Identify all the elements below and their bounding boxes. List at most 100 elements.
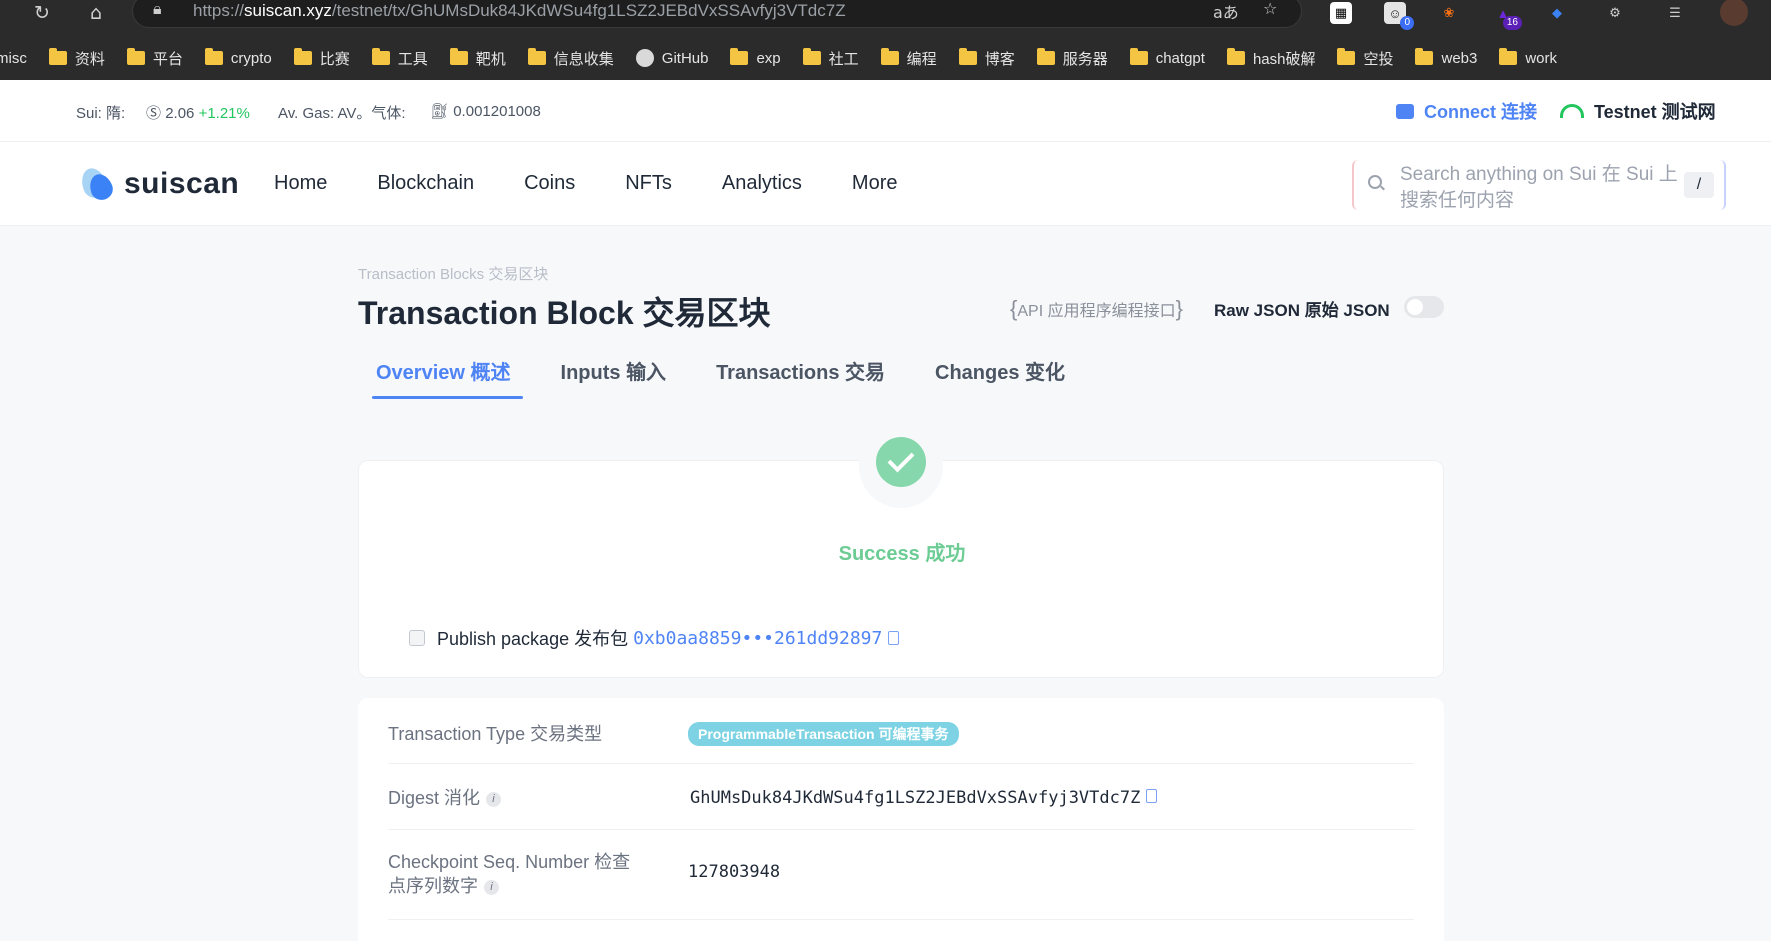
search-input[interactable]: Search anything on Sui 在 Sui 上搜索任何内容 / bbox=[1352, 160, 1726, 211]
qr-extension-icon[interactable]: ▦ bbox=[1330, 2, 1352, 24]
nav-analytics[interactable]: Analytics bbox=[722, 172, 802, 195]
folder-icon bbox=[880, 48, 899, 65]
digest-value: GhUMsDuk84JKdWSu4fg1LSZ2JEBdVxSSAvfyj3VT… bbox=[690, 788, 1141, 808]
gas-pump-icon: ⛽︎ bbox=[430, 103, 450, 120]
copy-icon[interactable] bbox=[888, 631, 900, 645]
detail-label: Checkpoint Seq. Number 检查点序列数字 i bbox=[388, 852, 631, 896]
search-icon bbox=[1368, 175, 1382, 189]
bookmark-folder[interactable]: 靶机 bbox=[449, 48, 506, 69]
bookmark-github[interactable]: GitHub bbox=[635, 49, 708, 67]
bookmark-folder[interactable]: 平台 bbox=[126, 48, 183, 69]
search-shortcut-key: / bbox=[1684, 172, 1714, 198]
lock-icon: 🔒︎ bbox=[153, 1, 162, 18]
nav-more[interactable]: More bbox=[852, 172, 898, 195]
transaction-type-badge: ProgrammableTransaction 可编程事务 bbox=[688, 722, 959, 746]
url-host: suiscan.xyz bbox=[244, 1, 332, 20]
bookmark-folder[interactable]: exp bbox=[730, 48, 781, 67]
address-bar[interactable]: 🔒︎ https://suiscan.xyz/testnet/tx/GhUMsD… bbox=[132, 0, 1302, 28]
bookmark-folder[interactable]: crypto bbox=[204, 48, 272, 67]
status-text: Success 成功 bbox=[838, 543, 966, 565]
gas-value: ⛽︎ 0.001201008 bbox=[430, 103, 541, 120]
browser-toolbar: ↻ ⌂ 🔒︎ https://suiscan.xyz/testnet/tx/Gh… bbox=[0, 0, 1771, 30]
sui-coin-icon: Ⓢ bbox=[146, 105, 162, 122]
tab-overview[interactable]: Overview 概述 bbox=[372, 356, 522, 399]
sui-change: +1.21% bbox=[198, 105, 250, 122]
bookmark-folder[interactable]: 比赛 bbox=[293, 48, 350, 69]
main-navbar: suiscan Home Blockchain Coins NFTs Analy… bbox=[0, 142, 1771, 226]
nav-home[interactable]: Home bbox=[274, 172, 327, 195]
tab-transactions[interactable]: Transactions 交易 bbox=[716, 356, 885, 399]
toggle-knob bbox=[1407, 299, 1423, 315]
home-icon[interactable]: ⌂ bbox=[82, 0, 110, 26]
translate-icon[interactable]: aあ bbox=[1213, 0, 1239, 23]
folder-icon bbox=[371, 48, 390, 65]
info-icon[interactable]: i bbox=[484, 879, 499, 895]
folder-icon bbox=[449, 48, 468, 65]
checkpoint-link[interactable]: 127803948 bbox=[688, 862, 780, 882]
breadcrumb[interactable]: Transaction Blocks 交易区块 bbox=[358, 263, 548, 284]
url-path: /testnet/tx/GhUMsDuk84JKdWSu4fg1LSZ2JEBd… bbox=[331, 1, 846, 20]
nav-coins[interactable]: Coins bbox=[524, 172, 575, 195]
bookmark-folder[interactable]: 社工 bbox=[802, 48, 859, 69]
page-title: Transaction Block 交易区块 bbox=[358, 295, 771, 331]
bookmark-folder[interactable]: chatgpt bbox=[1129, 48, 1205, 67]
bookmark-folder[interactable]: 信息收集 bbox=[527, 48, 614, 69]
reload-icon[interactable]: ↻ bbox=[28, 0, 56, 26]
raw-json-label: Raw JSON 原始 JSON bbox=[1214, 301, 1390, 320]
ghost-extension-icon[interactable]: ☺ 0 bbox=[1384, 2, 1414, 30]
detail-label: Transaction Type 交易类型 bbox=[388, 724, 603, 744]
bookmark-folder[interactable]: work bbox=[1499, 48, 1557, 67]
folder-icon bbox=[204, 48, 223, 65]
info-icon[interactable]: i bbox=[486, 791, 502, 807]
network-selector[interactable]: Testnet 测试网 bbox=[1560, 98, 1716, 124]
fox-extension-icon[interactable]: ❀ bbox=[1438, 2, 1460, 24]
bookmark-folder[interactable]: 服务器 bbox=[1036, 48, 1108, 69]
nav-nfts[interactable]: NFTs bbox=[625, 172, 672, 195]
extensions-icon[interactable]: ⚙ bbox=[1604, 2, 1626, 24]
folder-icon bbox=[1129, 48, 1148, 65]
connect-wallet-button[interactable]: Connect 连接 bbox=[1396, 98, 1537, 124]
tab-changes[interactable]: Changes 变化 bbox=[935, 356, 1065, 399]
star-icon[interactable]: ☆ bbox=[1263, 0, 1277, 18]
folder-icon bbox=[958, 48, 977, 65]
signal-icon bbox=[1560, 104, 1584, 118]
detail-label: Digest 消化 i bbox=[388, 786, 502, 810]
bookmark-folder[interactable]: 资料 bbox=[48, 48, 105, 69]
sui-price-label: Sui: 隋: bbox=[76, 105, 126, 122]
bookmark-folder[interactable]: 工具 bbox=[371, 48, 428, 69]
bookmark-misc[interactable]: misc bbox=[0, 50, 27, 67]
bookmark-folder[interactable]: 空投 bbox=[1337, 48, 1393, 69]
tab-inputs[interactable]: Inputs 输入 bbox=[561, 356, 667, 399]
braces-icon: } bbox=[1175, 296, 1183, 321]
sui-price: Ⓢ 2.06 +1.21% bbox=[146, 105, 250, 122]
favorites-icon[interactable]: ☰ bbox=[1664, 2, 1686, 24]
nav-links: Home Blockchain Coins NFTs Analytics Mor… bbox=[274, 172, 948, 195]
bookmark-folder[interactable]: web3 bbox=[1415, 48, 1477, 67]
raw-json-toggle[interactable] bbox=[1404, 296, 1444, 318]
suiscan-logo-icon bbox=[77, 164, 116, 203]
details-panel: Transaction Type 交易类型 ProgrammableTransa… bbox=[358, 698, 1444, 941]
nav-blockchain[interactable]: Blockchain bbox=[377, 172, 474, 195]
folder-icon bbox=[293, 48, 312, 65]
publish-label: Publish package 发布包 bbox=[437, 629, 629, 649]
drop-extension-icon[interactable]: ◆ bbox=[1546, 2, 1568, 24]
url-prefix: https:// bbox=[193, 1, 245, 20]
api-link[interactable]: {API 应用程序编程接口} bbox=[1010, 296, 1183, 322]
package-icon bbox=[409, 630, 425, 646]
package-id-link[interactable]: 0xb0aa8859•••261dd92897 bbox=[633, 628, 882, 649]
detail-row-type: Transaction Type 交易类型 ProgrammableTransa… bbox=[388, 698, 1414, 764]
stats-bar: Sui: 隋: Ⓢ 2.06 +1.21% Av. Gas: AV。气体: ⛽︎… bbox=[0, 80, 1771, 142]
suiscan-logo[interactable]: suiscan bbox=[77, 164, 239, 203]
bookmark-folder[interactable]: hash破解 bbox=[1226, 48, 1315, 69]
folder-icon bbox=[1499, 48, 1518, 65]
detail-row-checkpoint: Checkpoint Seq. Number 检查点序列数字 i 12780394… bbox=[388, 830, 1414, 920]
wizard-extension-icon[interactable]: ▲ 16 bbox=[1492, 2, 1522, 30]
extension-badge: 16 bbox=[1502, 16, 1522, 30]
bookmark-folder[interactable]: 博客 bbox=[958, 48, 1015, 69]
folder-icon bbox=[802, 48, 821, 65]
bookmark-folder[interactable]: 编程 bbox=[880, 48, 937, 69]
profile-avatar[interactable] bbox=[1720, 0, 1748, 26]
github-icon bbox=[635, 49, 654, 67]
copy-icon[interactable] bbox=[1146, 789, 1158, 803]
folder-icon bbox=[527, 48, 546, 65]
